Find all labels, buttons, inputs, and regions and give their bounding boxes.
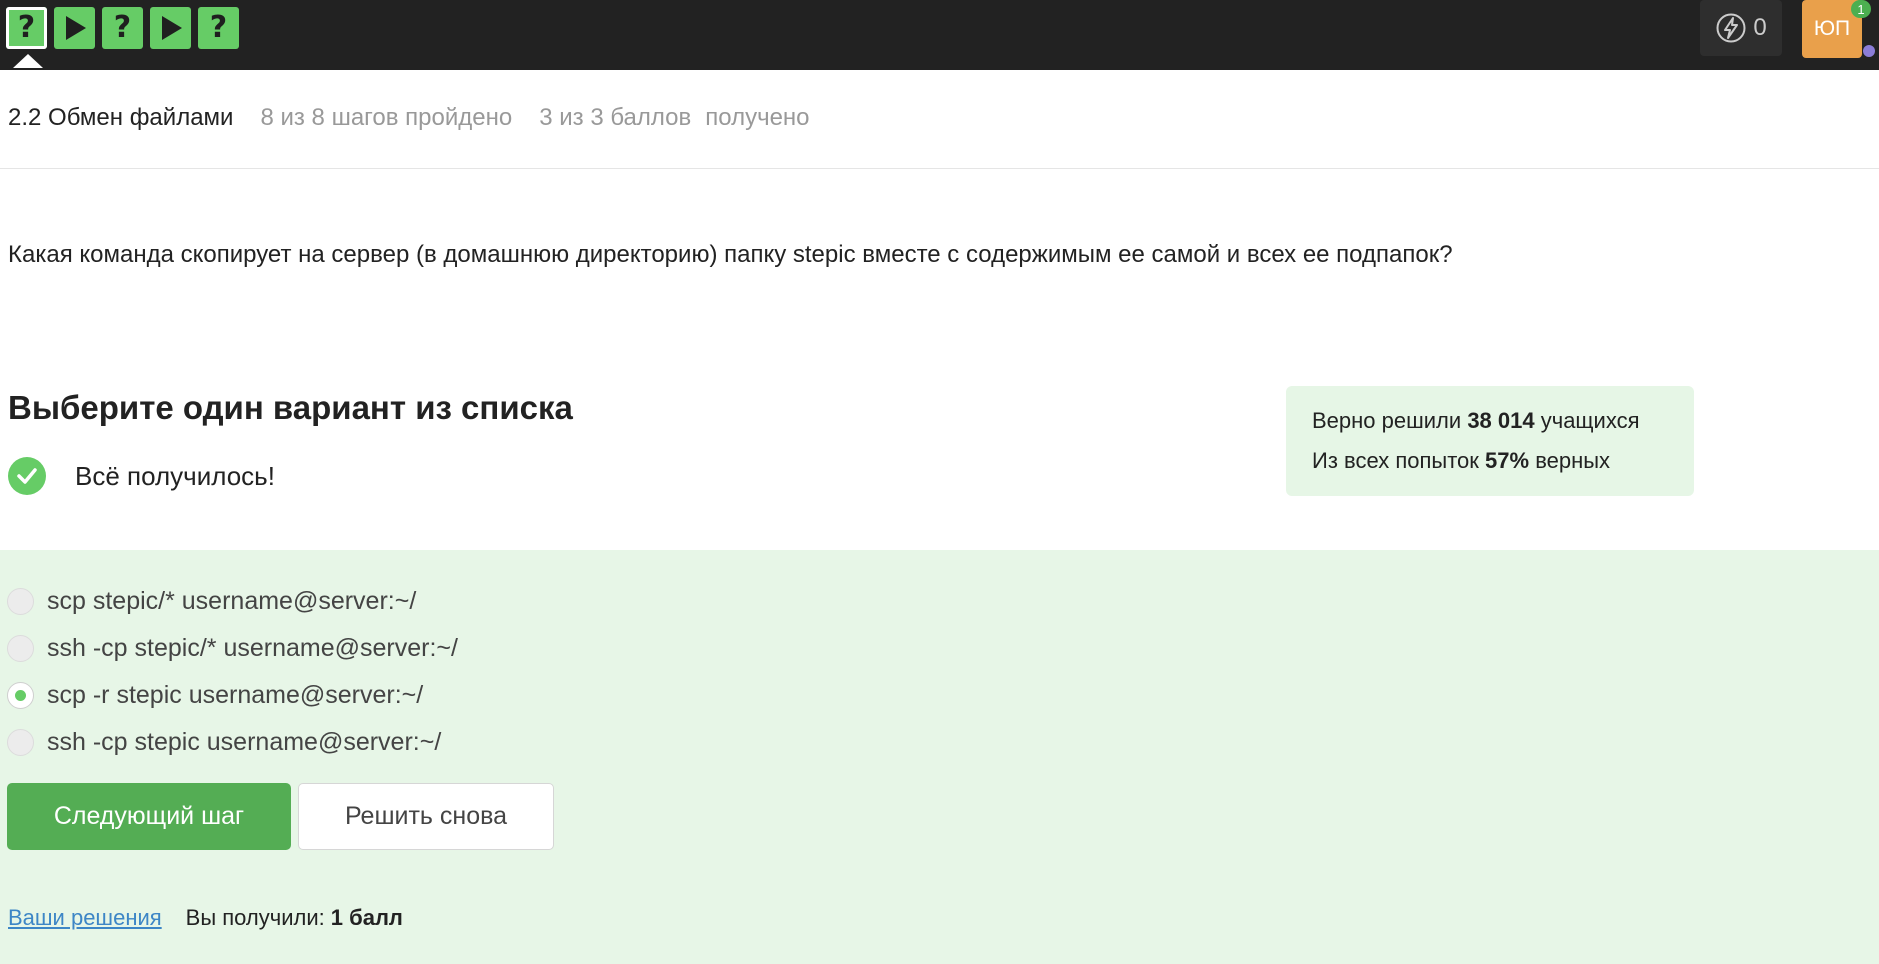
checkmark-icon — [8, 457, 46, 495]
radio-button-checked[interactable] — [7, 682, 34, 709]
solve-again-button[interactable]: Решить снова — [298, 783, 554, 850]
top-navbar: ? ? ? 0 ЮП 1 — [0, 0, 1879, 70]
lesson-title: 2.2 Обмен файлами — [8, 104, 234, 131]
stats-panel: Верно решили 38 014 учащихся Из всех поп… — [1286, 386, 1694, 496]
score-value: 1 балл — [330, 905, 403, 930]
step-2-code[interactable] — [54, 7, 95, 49]
radio-button[interactable] — [7, 588, 34, 615]
attempts-percent: 57% — [1485, 448, 1530, 473]
next-step-button[interactable]: Следующий шаг — [7, 783, 291, 850]
play-icon — [65, 16, 86, 40]
lesson-points-progress: 3 из 3 баллов — [539, 104, 692, 131]
score-label: Вы получили: — [185, 905, 325, 930]
step-3-question[interactable]: ? — [102, 7, 143, 49]
play-icon — [161, 16, 182, 40]
option-label: scp -r stepic username@server:~/ — [47, 681, 424, 709]
quiz-title: Выберите один вариант из списка — [8, 389, 573, 426]
lesson-points-suffix: получено — [705, 104, 810, 131]
stats-attempts: Из всех попыток 57% верных — [1312, 448, 1611, 473]
success-text: Всё получилось! — [75, 460, 275, 491]
solutions-footer: Ваши решения Вы получили: 1 балл — [8, 905, 403, 931]
energy-count: 0 — [1753, 14, 1767, 41]
answer-option-selected[interactable]: scp -r stepic username@server:~/ — [7, 672, 458, 719]
lesson-steps-progress: 8 из 8 шагов пройдено — [260, 104, 513, 131]
header-divider — [0, 168, 1879, 169]
step-4-code[interactable] — [150, 7, 191, 49]
status-dot — [1863, 45, 1875, 57]
lightning-icon — [1716, 13, 1746, 43]
stats-solved: Верно решили 38 014 учащихся — [1312, 408, 1640, 433]
option-label: ssh -cp stepic/* username@server:~/ — [47, 634, 458, 662]
answer-options: scp stepic/* username@server:~/ ssh -cp … — [7, 578, 458, 766]
answer-option[interactable]: ssh -cp stepic/* username@server:~/ — [7, 625, 458, 672]
question-mark-icon: ? — [113, 10, 132, 45]
answer-option[interactable]: ssh -cp stepic username@server:~/ — [7, 719, 458, 766]
lesson-header: 2.2 Обмен файлами 8 из 8 шагов пройдено … — [8, 104, 810, 132]
notification-badge[interactable]: 1 — [1851, 0, 1871, 18]
answer-option[interactable]: scp stepic/* username@server:~/ — [7, 578, 458, 625]
step-navigation: ? ? ? — [6, 7, 239, 49]
energy-counter[interactable]: 0 — [1700, 0, 1782, 56]
option-label: scp stepic/* username@server:~/ — [47, 587, 417, 615]
active-step-indicator — [13, 54, 43, 68]
option-label: ssh -cp stepic username@server:~/ — [47, 728, 442, 756]
radio-button[interactable] — [7, 635, 34, 662]
success-message: Всё получилось! — [8, 457, 275, 495]
question-mark-icon: ? — [209, 10, 228, 45]
step-5-question[interactable]: ? — [198, 7, 239, 49]
radio-button[interactable] — [7, 729, 34, 756]
solved-count: 38 014 — [1467, 408, 1535, 433]
step-1-question[interactable]: ? — [6, 7, 47, 49]
question-mark-icon: ? — [17, 10, 36, 45]
question-text: Какая команда скопирует на сервер (в дом… — [8, 241, 1453, 268]
your-solutions-link[interactable]: Ваши решения — [8, 905, 162, 931]
